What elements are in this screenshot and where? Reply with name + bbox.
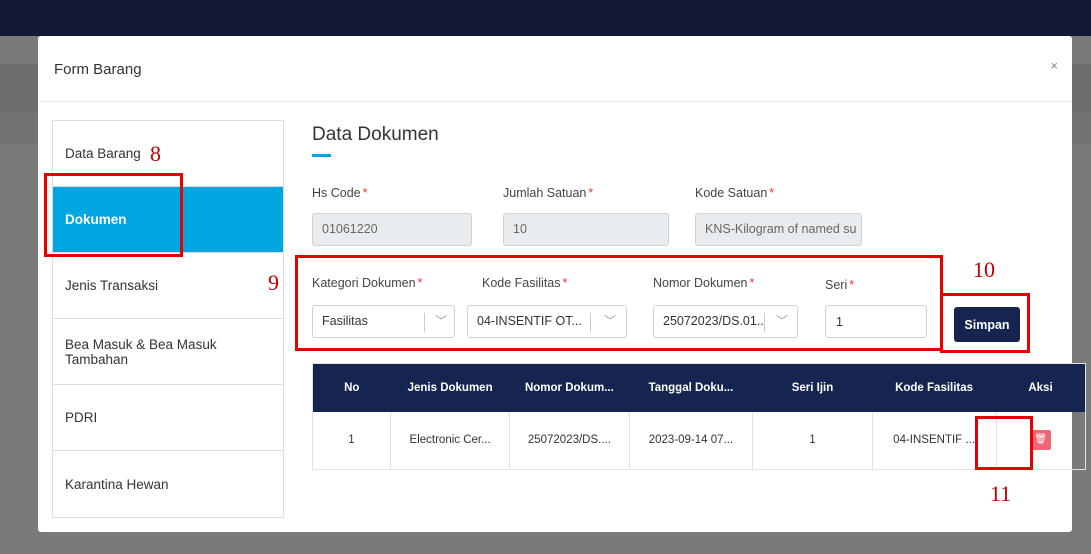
app-header-bar: [0, 0, 1091, 36]
table-cell: 1: [752, 411, 873, 470]
annotation-box-8: [44, 173, 183, 257]
dokumen-table: No Jenis Dokumen Nomor Dokum... Tanggal …: [312, 363, 1086, 470]
sidebar-item-karantina-hewan[interactable]: Karantina Hewan: [53, 451, 283, 517]
annotation-label-10: 10: [973, 257, 995, 282]
annotation-label-11: 11: [990, 481, 1012, 506]
column-header: No: [312, 363, 391, 412]
column-header: Aksi: [996, 363, 1086, 412]
sidebar-item-label: Jenis Transaksi: [65, 278, 159, 293]
column-header: Jenis Dokumen: [390, 363, 510, 412]
jumlah-satuan-label: Jumlah Satuan *: [503, 186, 594, 200]
annotation-label-8: 8: [150, 141, 161, 166]
column-header: Kode Fasilitas: [872, 363, 996, 412]
column-header: Tanggal Doku...: [629, 363, 753, 412]
hs-code-field: 01061220: [312, 213, 472, 246]
annotation-box-9: [295, 255, 943, 351]
table-row: 1 Electronic Cer... 25072023/DS.... 2023…: [312, 411, 1086, 470]
annotation-box-11: [975, 416, 1033, 470]
jumlah-satuan-field: 10: [503, 213, 669, 246]
sidebar-item-label: PDRI: [65, 410, 98, 425]
section-title: Data Dokumen: [312, 124, 439, 145]
sidebar-item-label: Karantina Hewan: [65, 476, 169, 492]
table-cell: 2023-09-14 07...: [629, 411, 754, 470]
sidebar-item-pdri[interactable]: PDRI: [53, 385, 283, 451]
sidebar-item-jenis-transaksi[interactable]: Jenis Transaksi: [53, 253, 283, 319]
table-header-row: No Jenis Dokumen Nomor Dokum... Tanggal …: [312, 363, 1086, 412]
sidebar-item-label: Bea Masuk & Bea Masuk Tambahan: [65, 336, 217, 367]
annotation-box-10: [940, 293, 1030, 353]
modal-header: Form Barang ×: [38, 36, 1072, 102]
title-underline: [312, 154, 331, 157]
close-icon[interactable]: ×: [1050, 58, 1058, 73]
sidebar-item-label: Data Barang: [65, 146, 141, 161]
column-header: Nomor Dokum...: [509, 363, 630, 412]
sidebar-item-bea-masuk[interactable]: Bea Masuk & Bea Masuk Tambahan: [53, 319, 283, 385]
hs-code-label: Hs Code *: [312, 186, 368, 200]
modal-title: Form Barang: [54, 61, 142, 78]
kode-satuan-label: Kode Satuan *: [695, 186, 775, 200]
kode-satuan-field: KNS-Kilogram of named su: [695, 213, 862, 246]
trash-icon[interactable]: 🗑: [1030, 430, 1051, 451]
table-cell: Electronic Cer...: [390, 411, 511, 470]
table-cell: 25072023/DS....: [509, 411, 630, 470]
column-header: Seri Ijin: [752, 363, 873, 412]
annotation-label-9: 9: [268, 270, 279, 295]
table-cell: 1: [312, 411, 391, 470]
